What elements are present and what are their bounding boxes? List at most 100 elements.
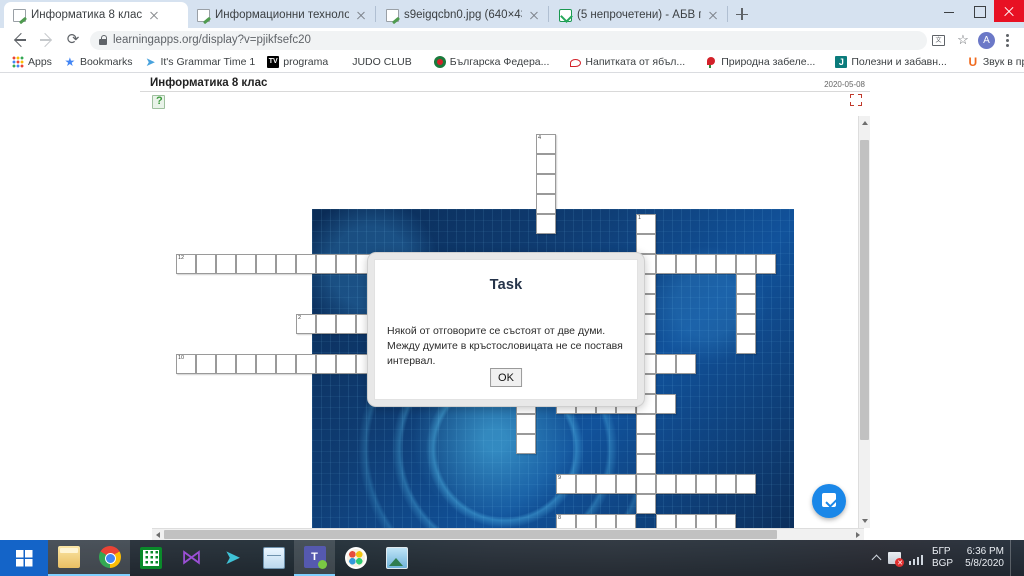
chrome-menu-icon[interactable] [998,29,1016,51]
bookmark-zvuk[interactable]: U Звук в презентаци... [953,56,1024,68]
crossword-cell[interactable] [636,434,656,454]
crossword-cell[interactable] [636,414,656,434]
taskbar-google-chrome[interactable] [89,540,130,576]
clock[interactable]: 6:36 PM 5/8/2020 [959,546,1010,570]
taskbar-telegram[interactable]: ➤ [212,540,253,576]
crossword-cell[interactable] [616,474,636,494]
bookmark-star-icon[interactable]: ☆ [951,29,975,51]
crossword-cell[interactable] [276,354,296,374]
crossword-cell[interactable] [296,354,316,374]
crossword-cell[interactable] [656,254,676,274]
translate-icon[interactable]: 文 [927,29,951,51]
new-tab-button[interactable] [729,1,755,27]
crossword-cell[interactable] [736,314,756,334]
crossword-cell[interactable] [256,254,276,274]
bookmark-apps[interactable]: Apps [6,56,58,68]
crossword-cell[interactable] [636,234,656,254]
tab-close-icon[interactable] [354,8,368,22]
taskbar-photos[interactable] [376,540,417,576]
taskbar-calculator[interactable] [130,540,171,576]
taskbar-virtualbox[interactable] [253,540,294,576]
crossword-cell[interactable] [676,474,696,494]
crossword-cell[interactable]: 1 [636,214,656,234]
scroll-down-icon[interactable] [862,519,868,523]
taskbar-visual-studio[interactable]: ⋈ [171,540,212,576]
crossword-cell[interactable] [676,254,696,274]
ok-button[interactable]: OK [490,368,522,387]
crossword-cell[interactable] [696,254,716,274]
address-bar[interactable]: learningapps.org/display?v=pjikfsefc20 [90,30,927,50]
crossword-cell[interactable] [756,254,776,274]
back-arrow-icon[interactable] [8,29,34,51]
bookmark-napitkata[interactable]: Напитката от ябъл... [555,56,691,68]
show-desktop-button[interactable] [1010,540,1016,576]
crossword-cell[interactable] [236,254,256,274]
taskbar-microsoft-teams[interactable]: T [294,540,335,576]
crossword-cell[interactable] [336,254,356,274]
crossword-cell[interactable]: 10 [176,354,196,374]
network-error-icon[interactable] [886,540,906,576]
check-answer-icon[interactable] [812,484,846,518]
crossword-cell[interactable]: 2 [296,314,316,334]
crossword-cell[interactable] [596,474,616,494]
crossword-cell[interactable] [216,254,236,274]
volume-bars-icon[interactable] [906,540,926,576]
bookmark-judo-club[interactable]: JUDO CLUB [334,56,418,68]
forward-arrow-icon[interactable] [34,29,60,51]
crossword-cell[interactable]: 4 [536,134,556,154]
bookmark-grammar-time[interactable]: ➤ It's Grammar Time 1 [138,56,261,68]
close-icon[interactable] [994,0,1024,22]
crossword-cell[interactable] [676,354,696,374]
crossword-cell[interactable] [316,314,336,334]
crossword-cell[interactable] [736,254,756,274]
scrollbar-thumb[interactable] [860,140,869,440]
browser-tab-3[interactable]: s9eigqcbn0.jpg (640×439) [377,2,547,28]
crossword-cell[interactable] [256,354,276,374]
crossword-cell[interactable] [716,474,736,494]
scroll-right-icon[interactable] [856,532,860,538]
crossword-cell[interactable] [536,174,556,194]
scroll-left-icon[interactable] [156,532,160,538]
crossword-cell[interactable] [536,194,556,214]
bookmark-bookmarks[interactable]: ★ Bookmarks [58,56,139,68]
crossword-cell[interactable] [236,354,256,374]
tab-close-icon[interactable] [706,8,720,22]
crossword-cell[interactable] [296,254,316,274]
crossword-cell[interactable] [716,254,736,274]
crossword-vertical-scrollbar[interactable] [858,116,870,528]
crossword-cell[interactable] [316,254,336,274]
crossword-cell[interactable] [316,354,336,374]
crossword-cell[interactable] [576,474,596,494]
crossword-cell[interactable] [336,354,356,374]
crossword-cell[interactable] [736,474,756,494]
bookmark-bulgarian-federation[interactable]: Българска Федера... [418,56,556,68]
crossword-cell[interactable] [636,474,656,494]
crossword-cell[interactable]: 9 [556,474,576,494]
reload-icon[interactable]: ⟳ [60,29,86,51]
bookmark-polezni[interactable]: J Полезни и забавн... [821,56,952,68]
crossword-cell[interactable] [196,354,216,374]
language-indicator[interactable]: БГР BGP [926,546,959,570]
scroll-up-icon[interactable] [862,121,868,125]
browser-tab-4[interactable]: (5 непрочетени) - АБВ поща [550,2,726,28]
crossword-cell[interactable] [736,274,756,294]
bookmark-programa[interactable]: TV programa [261,56,334,68]
minimize-icon[interactable] [934,0,964,22]
crossword-cell[interactable] [736,294,756,314]
taskbar-paint[interactable] [335,540,376,576]
windows-start-icon[interactable] [0,540,48,576]
crossword-cell[interactable] [536,214,556,234]
crossword-cell[interactable] [516,414,536,434]
crossword-cell[interactable] [636,454,656,474]
crossword-cell[interactable] [736,334,756,354]
crossword-horizontal-scrollbar[interactable] [152,528,864,540]
bookmark-prirodna[interactable]: Природна забеле... [691,56,821,68]
profile-avatar[interactable]: A [978,31,995,49]
browser-tab-2[interactable]: Информационни технологии 7 к [188,2,374,28]
maximize-icon[interactable] [964,0,994,22]
browser-tab-1[interactable]: Информатика 8 клас [4,2,188,28]
crossword-cell[interactable] [656,354,676,374]
crossword-cell[interactable] [696,474,716,494]
crossword-cell[interactable] [536,154,556,174]
crossword-cell[interactable] [636,494,656,514]
